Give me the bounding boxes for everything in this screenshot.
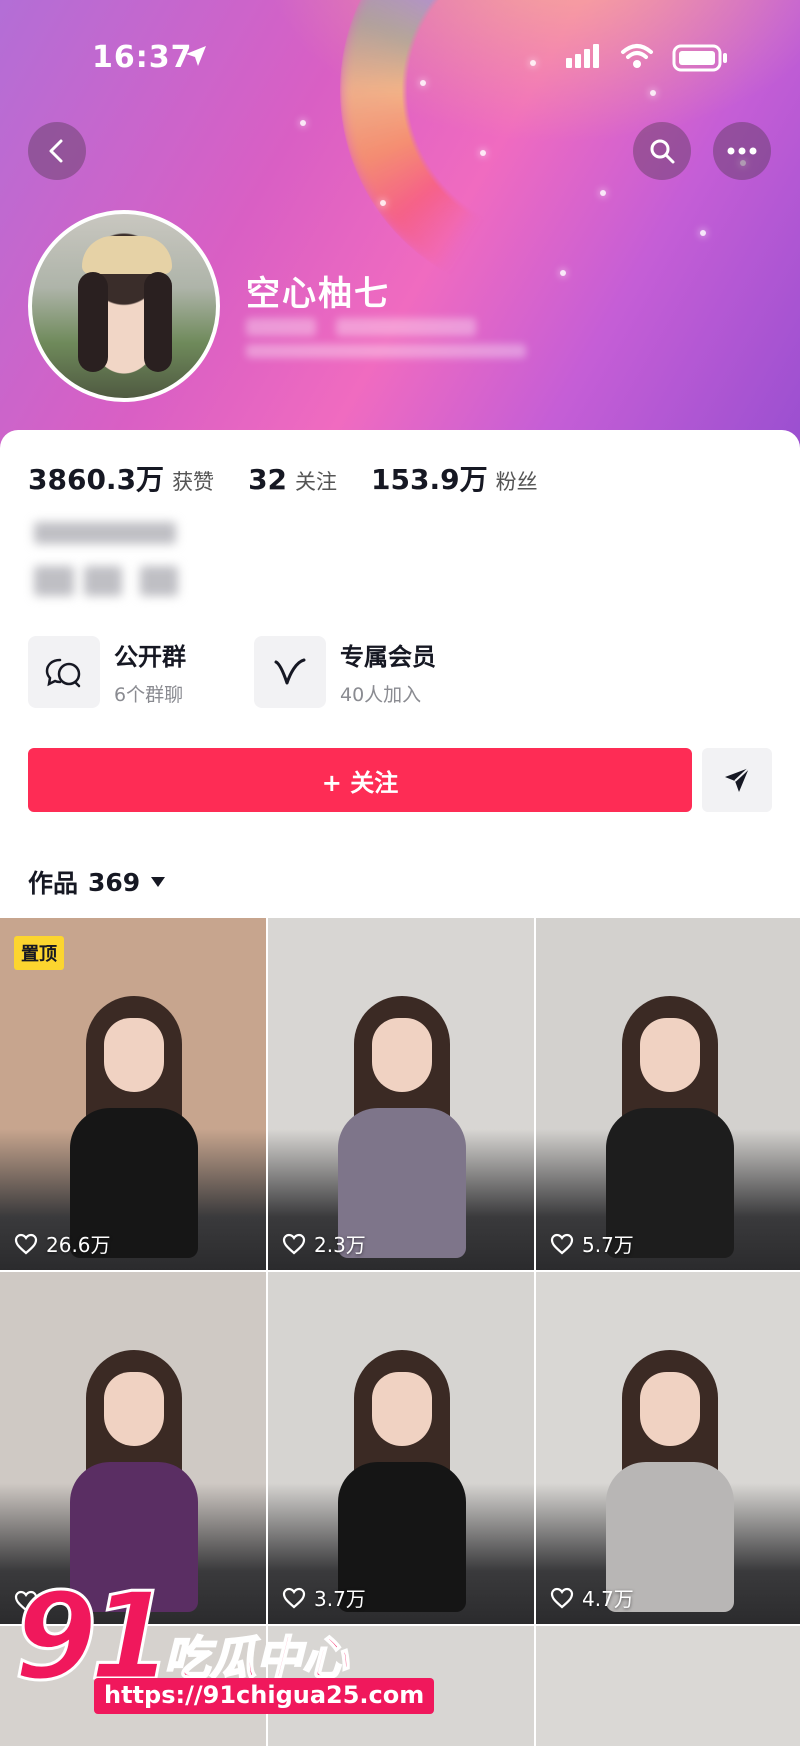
public-group-entry[interactable]: 公开群 6个群聊 xyxy=(28,636,186,708)
thumbnail-figure-face xyxy=(640,1372,700,1446)
video-likes: 4.7万 xyxy=(550,1583,634,1612)
feature-title: 公开群 xyxy=(114,643,186,671)
video-thumbnail[interactable] xyxy=(536,1626,800,1746)
following-label[interactable]: 关注 xyxy=(295,466,337,496)
video-likes: 5.7万 xyxy=(550,1229,634,1258)
chat-group-icon xyxy=(28,636,100,708)
redacted-bio xyxy=(84,566,122,596)
chevron-left-icon xyxy=(49,139,63,163)
following-count[interactable]: 32 xyxy=(248,463,287,496)
location-arrow-icon xyxy=(184,44,208,72)
avatar-photo-detail xyxy=(82,236,172,274)
wifi-icon xyxy=(620,42,654,74)
thumbnail-figure-face xyxy=(104,1372,164,1446)
status-time: 16:37 xyxy=(92,40,193,75)
profile-stats: 3860.3万 获赞 32 关注 153.9万 粉丝 xyxy=(28,458,572,498)
likes-count: 4.7万 xyxy=(582,1587,634,1611)
search-button[interactable] xyxy=(633,122,691,180)
heart-icon xyxy=(282,1233,306,1254)
thumbnail-figure-face xyxy=(640,1018,700,1092)
vip-membership-entry[interactable]: 专属会员 40人加入 xyxy=(254,636,436,708)
redacted-bio xyxy=(140,566,178,596)
back-button[interactable] xyxy=(28,122,86,180)
likes-count: 2.3万 xyxy=(314,1233,366,1257)
video-likes: 26.6万 xyxy=(14,1229,111,1258)
more-button[interactable] xyxy=(713,122,771,180)
video-thumbnail[interactable]: 4.7万 xyxy=(536,1272,800,1624)
likes-count: 3860.3万 xyxy=(28,463,165,496)
feature-subtitle: 6个群聊 xyxy=(114,684,184,706)
feature-title: 专属会员 xyxy=(340,643,436,671)
pinned-badge: 置顶 xyxy=(14,936,64,970)
video-thumbnail[interactable]: 3.7万 xyxy=(268,1272,534,1624)
followers-label[interactable]: 粉丝 xyxy=(496,466,538,496)
cellular-signal-icon xyxy=(566,44,600,72)
thumbnail-figure-face xyxy=(372,1372,432,1446)
thumbnail-figure-face xyxy=(104,1018,164,1092)
redacted-bio xyxy=(34,522,176,544)
sparkle xyxy=(300,120,306,126)
works-tab[interactable]: 作品 369 xyxy=(28,864,166,900)
likes-label: 获赞 xyxy=(172,470,215,494)
followers-count[interactable]: 153.9万 xyxy=(371,458,488,498)
avatar[interactable] xyxy=(28,210,220,402)
likes-count: 5.7万 xyxy=(582,1233,634,1257)
redacted-bio xyxy=(34,566,74,596)
redacted-id xyxy=(336,318,476,336)
send-icon xyxy=(725,767,750,792)
video-thumbnail[interactable]: 置顶 26.6万 xyxy=(0,918,266,1270)
share-button[interactable] xyxy=(702,748,772,812)
profile-username: 空心柚七 xyxy=(246,274,390,314)
avatar-photo-detail xyxy=(144,272,172,372)
caret-down-icon xyxy=(151,877,166,887)
vip-v-icon xyxy=(254,636,326,708)
heart-icon xyxy=(550,1587,574,1608)
thumbnail-figure-face xyxy=(372,1018,432,1092)
more-dots-icon xyxy=(727,147,757,155)
site-watermark: 91 吃瓜中心 https://91chigua25.com xyxy=(13,1576,435,1728)
video-thumbnail[interactable]: 5.7万 xyxy=(536,918,800,1270)
feature-subtitle: 40人加入 xyxy=(340,684,422,706)
sparkle xyxy=(560,270,566,276)
redacted-id xyxy=(246,344,526,358)
video-likes: 2.3万 xyxy=(282,1229,366,1258)
redacted-id xyxy=(246,318,316,336)
works-label: 作品 xyxy=(28,869,79,898)
avatar-photo-detail xyxy=(78,272,108,372)
follow-button[interactable]: + 关注 xyxy=(28,748,692,812)
sparkle xyxy=(480,150,486,156)
status-bar: 16:37 xyxy=(0,0,800,110)
battery-icon xyxy=(672,44,728,76)
sparkle xyxy=(700,230,706,236)
works-count: 369 xyxy=(88,867,141,897)
search-icon xyxy=(650,139,675,164)
watermark-url: https://91chigua25.com xyxy=(94,1678,435,1714)
heart-icon xyxy=(14,1233,38,1254)
heart-icon xyxy=(550,1233,574,1254)
sparkle xyxy=(600,190,606,196)
likes-count: 26.6万 xyxy=(46,1233,111,1257)
sparkle xyxy=(380,200,386,206)
video-thumbnail[interactable]: 2.3万 xyxy=(268,918,534,1270)
